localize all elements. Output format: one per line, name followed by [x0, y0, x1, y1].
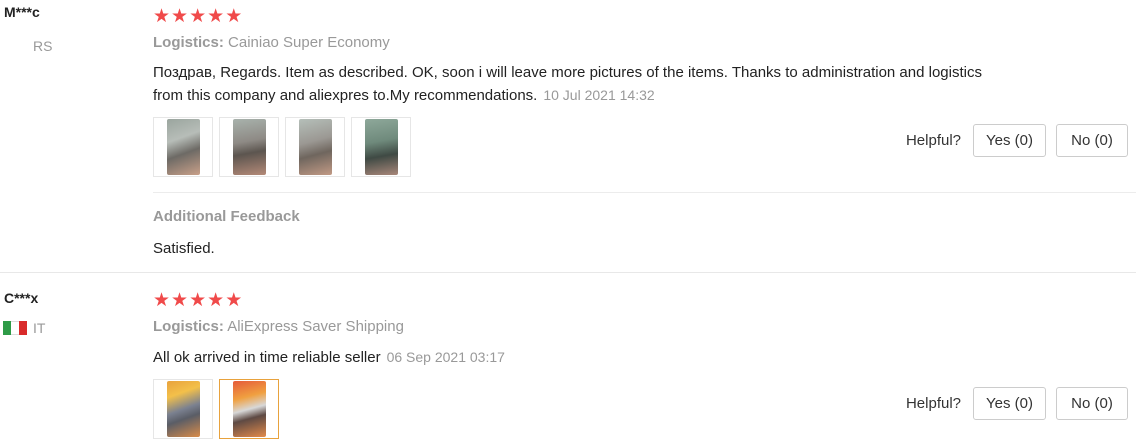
review-photos: [153, 379, 279, 439]
logistics-info: Logistics: AliExpress Saver Shipping: [153, 318, 404, 335]
helpful-vote: Helpful? Yes (0) No (0): [906, 387, 1128, 420]
helpful-yes-button[interactable]: Yes (0): [973, 124, 1046, 157]
helpful-vote: Helpful? Yes (0) No (0): [906, 124, 1128, 157]
divider: [153, 192, 1136, 193]
star-icon: ★: [171, 6, 189, 27]
review-photos: [153, 117, 411, 177]
italy-flag-icon: [3, 321, 27, 335]
review-photo-thumbnail-selected[interactable]: [219, 379, 279, 439]
star-icon: ★: [225, 290, 243, 311]
star-icon: ★: [207, 290, 225, 311]
helpful-label: Helpful?: [905, 395, 962, 412]
reviewer-country: IT: [3, 320, 45, 336]
review-photo-thumbnail[interactable]: [285, 117, 345, 177]
review-item: M***c RS ★ ★ ★ ★ ★ Logistics: Cainiao Su…: [0, 0, 1144, 272]
reviewer-country: RS: [33, 38, 52, 54]
star-icon: ★: [153, 6, 171, 27]
logistics-label: Logistics:: [153, 34, 224, 51]
logistics-value: Cainiao Super Economy: [228, 34, 390, 51]
star-icon: ★: [225, 6, 243, 27]
photo-image: [298, 119, 332, 175]
country-code: RS: [33, 38, 53, 54]
star-icon: ★: [189, 6, 207, 27]
review-body: Поздрав, Regards. Item as described. OK,…: [153, 62, 1013, 107]
additional-feedback-title: Additional Feedback: [153, 208, 300, 225]
photo-image: [232, 381, 266, 437]
review-date: 10 Jul 2021 14:32: [543, 87, 655, 103]
logistics-label: Logistics:: [153, 318, 224, 335]
star-rating: ★ ★ ★ ★ ★: [153, 291, 242, 310]
review-photo-thumbnail[interactable]: [219, 117, 279, 177]
additional-feedback-text: Satisfied.: [153, 240, 215, 257]
review-photo-thumbnail[interactable]: [351, 117, 411, 177]
review-item: C***x IT ★ ★ ★ ★ ★ Logistics: AliExpress…: [0, 273, 1144, 446]
logistics-info: Logistics: Cainiao Super Economy: [153, 34, 390, 51]
helpful-label: Helpful?: [905, 132, 962, 149]
photo-image: [364, 119, 398, 175]
photo-image: [166, 119, 200, 175]
star-icon: ★: [153, 290, 171, 311]
review-body: All ok arrived in time reliable seller 06…: [153, 346, 1013, 369]
review-text: All ok arrived in time reliable seller: [153, 349, 381, 366]
star-icon: ★: [207, 6, 225, 27]
reviewer-name: M***c: [4, 4, 40, 20]
country-code: IT: [33, 320, 46, 336]
photo-image: [232, 119, 266, 175]
review-photo-thumbnail[interactable]: [153, 379, 213, 439]
star-rating: ★ ★ ★ ★ ★: [153, 7, 242, 26]
review-date: 06 Sep 2021 03:17: [386, 349, 505, 365]
review-photo-thumbnail[interactable]: [153, 117, 213, 177]
helpful-yes-button[interactable]: Yes (0): [973, 387, 1046, 420]
photo-image: [166, 381, 200, 437]
helpful-no-button[interactable]: No (0): [1056, 124, 1128, 157]
reviewer-name: C***x: [4, 290, 39, 306]
star-icon: ★: [171, 290, 189, 311]
helpful-no-button[interactable]: No (0): [1056, 387, 1128, 420]
star-icon: ★: [189, 290, 207, 311]
logistics-value: AliExpress Saver Shipping: [227, 318, 404, 335]
